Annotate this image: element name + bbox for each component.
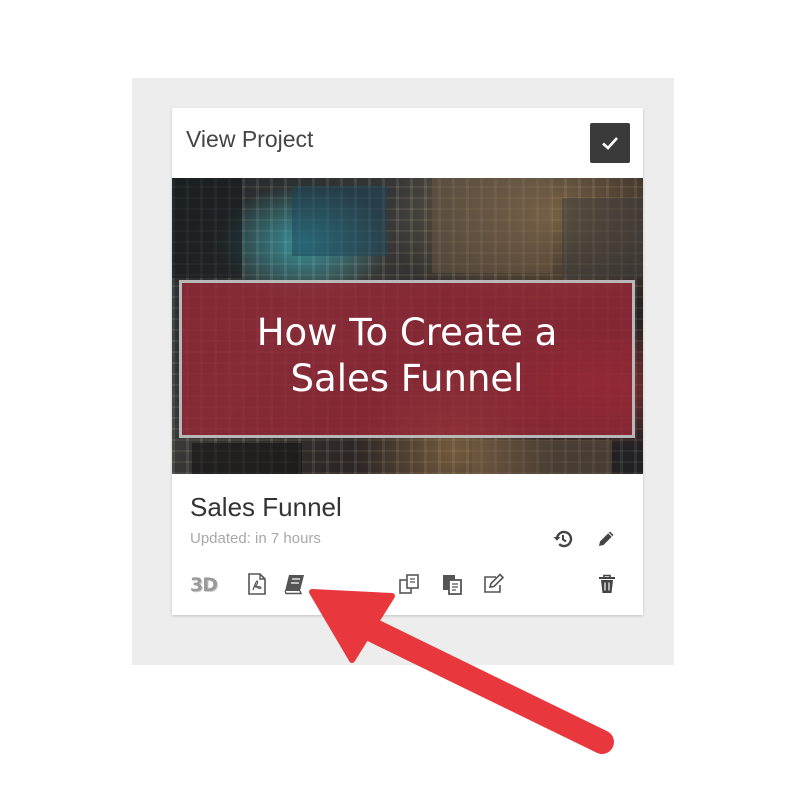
annotation-arrow xyxy=(309,589,614,754)
